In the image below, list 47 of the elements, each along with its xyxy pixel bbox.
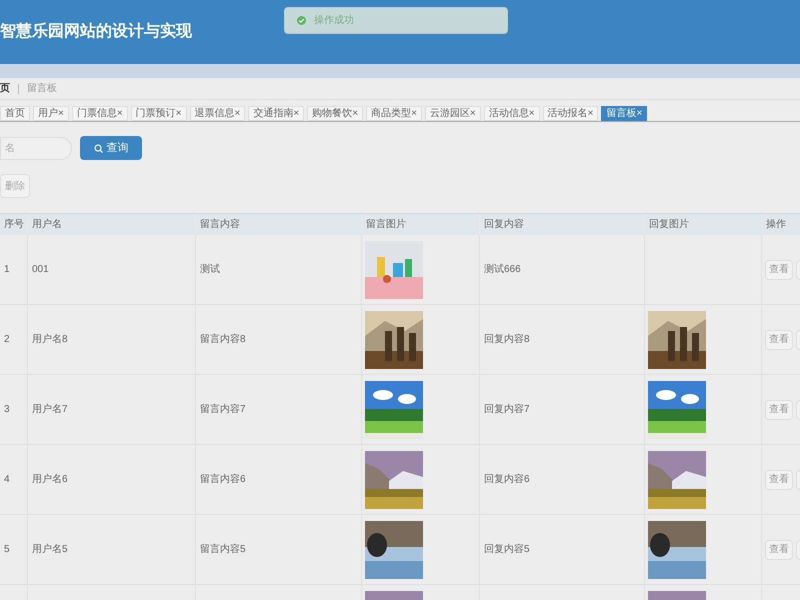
table-cell-text: 2 bbox=[4, 333, 10, 347]
table-cell-text: 用户名7 bbox=[32, 402, 68, 417]
tab[interactable]: 门票预订× bbox=[130, 106, 187, 121]
tab[interactable]: 首页 bbox=[0, 106, 30, 121]
column-header: 操作 bbox=[766, 218, 786, 232]
breadcrumb-item[interactable]: 页 bbox=[0, 81, 10, 96]
table-cell-text: 3 bbox=[4, 403, 10, 417]
column-header: 回复图片 bbox=[649, 218, 689, 232]
table-cell-text: 回复内容8 bbox=[484, 332, 530, 347]
table-cell-text: 留言内容7 bbox=[200, 402, 246, 417]
column-header: 留言内容 bbox=[200, 218, 240, 232]
tab[interactable]: 活动信息× bbox=[484, 106, 540, 121]
toast-message: 操作成功 bbox=[314, 14, 354, 28]
table-cell-text: 回复内容6 bbox=[484, 472, 530, 487]
tab[interactable]: 活动报名× bbox=[542, 106, 598, 121]
column-header: 回复内容 bbox=[484, 218, 524, 232]
tab[interactable]: 用户× bbox=[33, 106, 69, 121]
tab[interactable]: 门票信息× bbox=[72, 106, 128, 121]
table-cell-text: 留言内容5 bbox=[200, 542, 246, 557]
tab[interactable]: 留言板× bbox=[601, 106, 648, 121]
site-title: 智慧乐园网站的设计与实现 bbox=[0, 21, 192, 42]
search-icon bbox=[94, 144, 102, 152]
table-cell-text: 1 bbox=[4, 263, 10, 277]
table-cell-text: 回复内容7 bbox=[484, 402, 530, 417]
table-cell-text: 用户名8 bbox=[32, 332, 68, 347]
table-cell-text: 5 bbox=[4, 543, 10, 557]
table-cell-text: 4 bbox=[4, 473, 10, 487]
column-header: 序号 bbox=[4, 218, 24, 232]
tab[interactable]: 购物餐饮× bbox=[307, 106, 364, 121]
column-header: 留言图片 bbox=[366, 218, 406, 232]
table-cell-text: 测试 bbox=[200, 262, 220, 277]
search-field[interactable]: 名 bbox=[0, 136, 72, 160]
tab[interactable]: 交通指南× bbox=[248, 106, 304, 121]
table-cell-text: 测试666 bbox=[484, 262, 521, 277]
table-cell-text: 用户名5 bbox=[32, 542, 68, 557]
table-cell-text: 回复内容5 bbox=[484, 542, 530, 557]
table-cell-text: 用户名6 bbox=[32, 472, 68, 487]
tab[interactable]: 商品类型× bbox=[366, 106, 422, 121]
check-circle-icon bbox=[297, 16, 306, 25]
column-header: 用户名 bbox=[32, 218, 62, 232]
tab[interactable]: 云游园区× bbox=[424, 106, 481, 121]
search-button[interactable]: 查询 bbox=[80, 136, 142, 160]
table-cell-text: 留言内容6 bbox=[200, 472, 246, 487]
table-cell-text: 留言内容8 bbox=[200, 332, 246, 347]
tab[interactable]: 退票信息× bbox=[190, 106, 246, 121]
table-cell-text: 001 bbox=[32, 263, 49, 277]
breadcrumb-separator bbox=[18, 84, 19, 94]
